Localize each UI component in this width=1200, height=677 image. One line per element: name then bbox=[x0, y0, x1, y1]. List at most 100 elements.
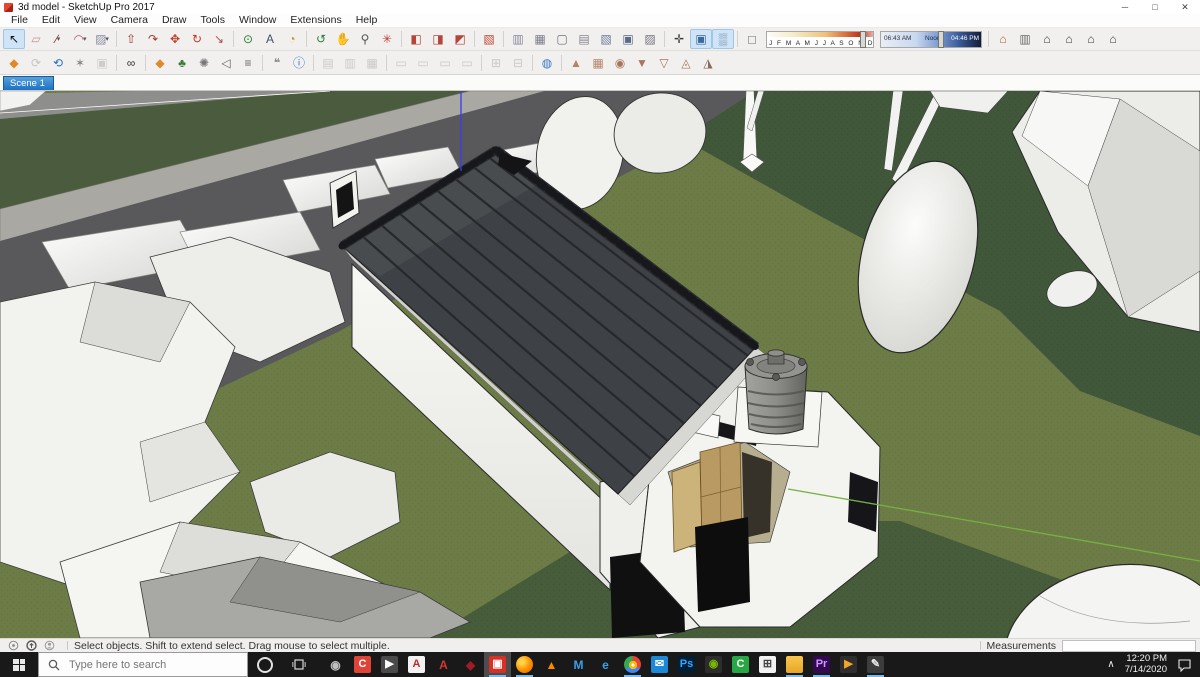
style-wireframe[interactable]: ▢ bbox=[551, 29, 573, 49]
vlc-app[interactable]: ▲ bbox=[538, 652, 565, 677]
dropdown-caret-icon[interactable]: ▾ bbox=[57, 36, 61, 43]
geforce-app[interactable]: ◉ bbox=[700, 652, 727, 677]
action-center-icon[interactable] bbox=[1177, 658, 1192, 672]
send-to-layout-button[interactable]: ▤ bbox=[317, 53, 339, 73]
chrome-app[interactable] bbox=[619, 652, 646, 677]
protractor-tool[interactable]: ◔ bbox=[281, 29, 303, 49]
edge-app[interactable]: e bbox=[592, 652, 619, 677]
fog-toggle[interactable]: ▒ bbox=[712, 29, 734, 49]
camtasia-app[interactable]: C bbox=[727, 652, 754, 677]
get-models-button[interactable]: ⌂ bbox=[1036, 29, 1058, 49]
update-reference-button[interactable]: ⟲ bbox=[47, 53, 69, 73]
sandbox-smoove-button[interactable]: ◉ bbox=[609, 53, 631, 73]
zoom-tool[interactable]: ⚲ bbox=[354, 29, 376, 49]
scene-panel-button-3[interactable]: ▭ bbox=[434, 53, 456, 73]
acrobat-app[interactable]: A bbox=[403, 652, 430, 677]
style-shaded-textures[interactable]: ▣ bbox=[617, 29, 639, 49]
components-browser-button[interactable]: ▥ bbox=[1014, 29, 1036, 49]
presentation-button-1[interactable]: ⊞ bbox=[485, 53, 507, 73]
photo-textures-button[interactable]: ◩ bbox=[449, 29, 471, 49]
credit-attribution-icon[interactable] bbox=[26, 640, 37, 651]
sketchup-app[interactable]: ▣ bbox=[484, 652, 511, 677]
menu-window[interactable]: Window bbox=[232, 14, 283, 27]
start-button[interactable] bbox=[0, 652, 38, 677]
media-player-app[interactable]: ▶ bbox=[835, 652, 862, 677]
camera-export-button[interactable]: ▣ bbox=[91, 53, 113, 73]
dropdown-caret-icon[interactable]: ▾ bbox=[105, 36, 109, 43]
extension-warehouse-button[interactable]: ⌂ bbox=[1102, 29, 1124, 49]
menu-extensions[interactable]: Extensions bbox=[283, 14, 348, 27]
geolocation-button[interactable]: ◍ bbox=[536, 53, 558, 73]
maximize-button[interactable]: □ bbox=[1140, 0, 1170, 14]
style-monochrome[interactable]: ▨ bbox=[639, 29, 661, 49]
store-app[interactable]: ⊞ bbox=[754, 652, 781, 677]
place-vegetation-button[interactable]: ♣ bbox=[171, 53, 193, 73]
camera-app[interactable]: ◉ bbox=[322, 652, 349, 677]
scale-tool[interactable]: ↘ bbox=[208, 29, 230, 49]
mail-app[interactable]: ✉ bbox=[646, 652, 673, 677]
shadow-time-slider[interactable]: 06:43 AM Noon 04:46 PM bbox=[880, 30, 982, 48]
menu-tools[interactable]: Tools bbox=[193, 14, 232, 27]
sign-in-user-icon[interactable] bbox=[44, 640, 55, 651]
audio-button[interactable]: ◁ bbox=[215, 53, 237, 73]
pan-tool[interactable]: ✋ bbox=[332, 29, 354, 49]
render-settings-button[interactable]: ✺ bbox=[193, 53, 215, 73]
tape-measure-tool[interactable]: ⊙ bbox=[237, 29, 259, 49]
movies-tv-app[interactable]: ▶ bbox=[376, 652, 403, 677]
shadow-settings-button[interactable]: ◻ bbox=[741, 29, 763, 49]
export-image-button[interactable]: ▥ bbox=[339, 53, 361, 73]
share-model-button[interactable]: ⌂ bbox=[1058, 29, 1080, 49]
sandbox-stamp-button[interactable]: ▼ bbox=[631, 53, 653, 73]
menu-view[interactable]: View bbox=[67, 14, 104, 27]
style-shaded[interactable]: ▧ bbox=[595, 29, 617, 49]
dark-red-app[interactable]: ◆ bbox=[457, 652, 484, 677]
presentation-button-2[interactable]: ⊟ bbox=[507, 53, 529, 73]
cortana-button[interactable] bbox=[248, 656, 282, 673]
scene-panel-button-2[interactable]: ▭ bbox=[412, 53, 434, 73]
geolocation-status-icon[interactable] bbox=[8, 640, 19, 651]
camtasia-recorder-app[interactable]: C bbox=[349, 652, 376, 677]
style-hidden-line[interactable]: ▤ bbox=[573, 29, 595, 49]
follow-me-tool[interactable]: ↷ bbox=[142, 29, 164, 49]
menu-help[interactable]: Help bbox=[349, 14, 385, 27]
menu-draw[interactable]: Draw bbox=[155, 14, 194, 27]
adjust-settings-button[interactable]: ≡ bbox=[237, 53, 259, 73]
style-back-edges[interactable]: ▦ bbox=[529, 29, 551, 49]
export-web-button[interactable]: ▦ bbox=[361, 53, 383, 73]
close-button[interactable]: ✕ bbox=[1170, 0, 1200, 14]
photoshop-app[interactable]: Ps bbox=[673, 652, 700, 677]
push-pull-tool[interactable]: ⇧ bbox=[120, 29, 142, 49]
zoom-extents-tool[interactable]: ✳ bbox=[376, 29, 398, 49]
arc-tool[interactable]: ◠ ▾ bbox=[69, 29, 91, 49]
add-location-button[interactable]: ◨ bbox=[427, 29, 449, 49]
taskbar-clock[interactable]: 12:20 PM 7/14/2020 bbox=[1125, 653, 1167, 675]
taskbar-search[interactable] bbox=[38, 652, 248, 677]
minimize-button[interactable]: ─ bbox=[1110, 0, 1140, 14]
dropdown-caret-icon[interactable]: ▾ bbox=[83, 36, 87, 43]
upload-model-button[interactable]: ◆ bbox=[3, 53, 25, 73]
capture-view-button[interactable]: ✶ bbox=[69, 53, 91, 73]
style-xray[interactable]: ▥ bbox=[507, 29, 529, 49]
select-tool[interactable]: ↖ bbox=[3, 29, 25, 49]
tray-chevron-icon[interactable]: ∧ bbox=[1107, 659, 1114, 670]
scene-panel-button-1[interactable]: ▭ bbox=[390, 53, 412, 73]
rotate-tool[interactable]: ↻ bbox=[186, 29, 208, 49]
sandbox-flip-edge-button[interactable]: ◮ bbox=[697, 53, 719, 73]
task-view-button[interactable] bbox=[282, 658, 316, 671]
scene-panel-button-4[interactable]: ▭ bbox=[456, 53, 478, 73]
make-component-button[interactable]: ◧ bbox=[405, 29, 427, 49]
instructor-button[interactable]: ⓘ bbox=[288, 53, 310, 73]
menu-file[interactable]: File bbox=[4, 14, 35, 27]
time-slider-handle[interactable] bbox=[938, 30, 944, 48]
sandbox-add-detail-button[interactable]: ◬ bbox=[675, 53, 697, 73]
autocad-app[interactable]: A bbox=[430, 652, 457, 677]
modeling-viewport[interactable] bbox=[0, 91, 1200, 638]
vr-view-button[interactable]: ∞ bbox=[120, 53, 142, 73]
file-explorer-app[interactable] bbox=[781, 652, 808, 677]
section-plane-button[interactable]: ▧ bbox=[478, 29, 500, 49]
shadows-toggle[interactable]: ▣ bbox=[690, 29, 712, 49]
warehouse-3d-button[interactable]: ⌂ bbox=[992, 29, 1014, 49]
share-component-button[interactable]: ⌂ bbox=[1080, 29, 1102, 49]
move-tool[interactable]: ✥ bbox=[164, 29, 186, 49]
chat-button[interactable]: ❝ bbox=[266, 53, 288, 73]
